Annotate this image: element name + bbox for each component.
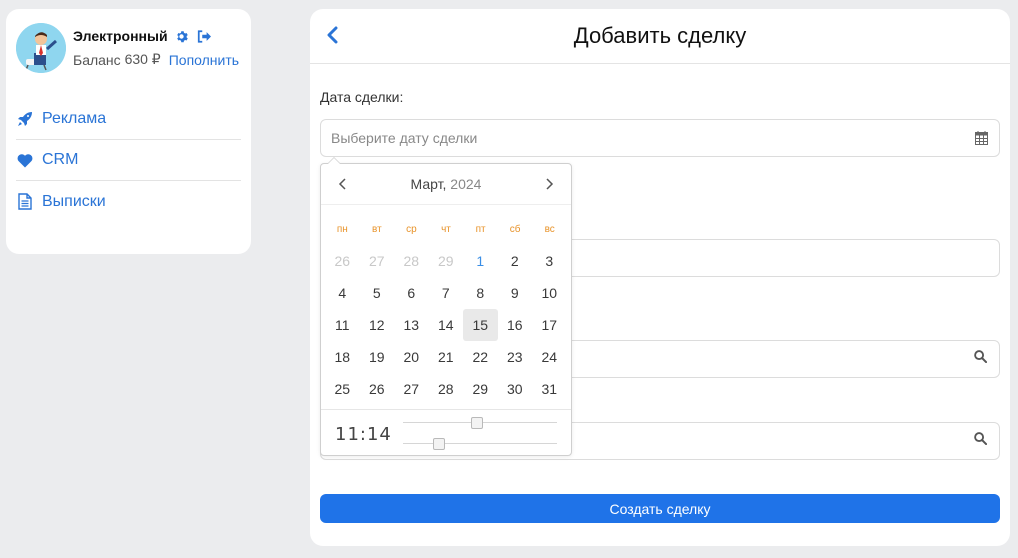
create-deal-button[interactable]: Создать сделку <box>320 494 1000 523</box>
logout-icon[interactable] <box>196 28 212 44</box>
day-cell-selected[interactable]: 15 <box>463 309 498 341</box>
page-title: Добавить сделку <box>573 23 747 48</box>
day-cell[interactable]: 27 <box>360 245 395 277</box>
day-cell[interactable]: 29 <box>463 373 498 405</box>
weekday-label: вт <box>372 224 382 235</box>
weekday-label: пт <box>475 224 486 235</box>
picker-year: 2024 <box>450 176 482 192</box>
day-cell[interactable]: 3 <box>532 245 567 277</box>
day-cell[interactable]: 25 <box>325 373 360 405</box>
hour-slider[interactable] <box>403 417 557 429</box>
day-cell[interactable]: 30 <box>498 373 533 405</box>
day-cell[interactable]: 19 <box>360 341 395 373</box>
day-cell[interactable]: 20 <box>394 341 429 373</box>
day-cell[interactable]: 9 <box>498 277 533 309</box>
weekday-label: сб <box>509 224 521 235</box>
sidebar-item-label: CRM <box>42 151 79 168</box>
main-header: Добавить сделку <box>310 9 1010 64</box>
day-cell[interactable]: 28 <box>429 373 464 405</box>
document-icon <box>16 193 34 211</box>
picker-month-label: Март, 2024 <box>410 176 482 192</box>
weekday-label: чт <box>441 224 451 235</box>
time-row: 11:14 <box>321 409 571 457</box>
date-placeholder: Выберите дату сделки <box>331 130 478 146</box>
day-cell[interactable]: 7 <box>429 277 464 309</box>
sidebar-card: Электронный Баланс 630 ₽ Пополнить Рекла… <box>6 9 251 254</box>
rocket-icon <box>16 110 34 128</box>
day-cell[interactable]: 24 <box>532 341 567 373</box>
day-cell[interactable]: 27 <box>394 373 429 405</box>
day-cell[interactable]: 17 <box>532 309 567 341</box>
day-cell[interactable]: 28 <box>394 245 429 277</box>
profile: Электронный Баланс 630 ₽ Пополнить <box>16 23 241 73</box>
day-cell[interactable]: 23 <box>498 341 533 373</box>
day-cell[interactable]: 31 <box>532 373 567 405</box>
sidebar-item-ads[interactable]: Реклама <box>16 99 241 140</box>
hour-slider-handle[interactable] <box>470 417 483 429</box>
day-cell[interactable]: 6 <box>394 277 429 309</box>
calendar-icon[interactable] <box>973 130 989 146</box>
minute-slider-handle[interactable] <box>433 438 446 450</box>
day-cell[interactable]: 16 <box>498 309 533 341</box>
weekday-label: вс <box>544 224 555 235</box>
day-cell[interactable]: 8 <box>463 277 498 309</box>
sidebar-item-label: Реклама <box>42 110 107 127</box>
sidebar-item-crm[interactable]: CRM <box>16 140 241 181</box>
days-grid: 26 27 28 29 1 2 3 4 5 6 7 8 9 10 11 12 13 14 15 16 17 18 19 20 2… <box>321 245 571 405</box>
day-cell[interactable]: 29 <box>429 245 464 277</box>
prev-month-icon[interactable] <box>335 177 349 191</box>
next-month-icon[interactable] <box>543 177 557 191</box>
sidebar-item-label: Выписки <box>42 192 106 210</box>
day-cell[interactable]: 11 <box>325 309 360 341</box>
topup-link[interactable]: Пополнить <box>169 52 239 68</box>
day-cell[interactable]: 14 <box>429 309 464 341</box>
day-cell[interactable]: 1 <box>463 245 498 277</box>
day-cell[interactable]: 18 <box>325 341 360 373</box>
picker-month: Март <box>410 176 443 192</box>
weekday-label: ср <box>406 224 417 235</box>
day-cell[interactable]: 26 <box>325 245 360 277</box>
weekday-row: пн вт ср чт пт сб вс <box>321 224 571 238</box>
balance-label: Баланс <box>73 51 121 68</box>
day-cell[interactable]: 13 <box>394 309 429 341</box>
deal-form: Дата сделки: Выберите дату сделки <box>320 64 1000 157</box>
balance-value: 630 ₽ <box>124 51 161 67</box>
weekday-label: пн <box>336 224 348 235</box>
date-input[interactable]: Выберите дату сделки <box>320 119 1000 157</box>
day-cell[interactable]: 22 <box>463 341 498 373</box>
day-cell[interactable]: 10 <box>532 277 567 309</box>
search-icon[interactable] <box>974 432 988 450</box>
minute-slider[interactable] <box>403 438 557 450</box>
picker-header: Март, 2024 <box>321 164 571 205</box>
search-icon[interactable] <box>974 350 988 368</box>
date-picker: Март, 2024 пн вт ср чт пт сб вс 26 27 28 29 1 2 3 4 5 6… <box>320 157 572 457</box>
gear-icon[interactable] <box>174 28 190 44</box>
day-cell[interactable]: 4 <box>325 277 360 309</box>
heart-icon <box>16 151 34 169</box>
sidebar-item-statements[interactable]: Выписки <box>16 181 241 222</box>
day-cell[interactable]: 2 <box>498 245 533 277</box>
profile-name: Электронный <box>73 28 168 44</box>
time-display: 11:14 <box>335 424 392 445</box>
day-cell[interactable]: 21 <box>429 341 464 373</box>
day-cell[interactable]: 5 <box>360 277 395 309</box>
day-cell[interactable]: 12 <box>360 309 395 341</box>
day-cell[interactable]: 26 <box>360 373 395 405</box>
avatar[interactable] <box>16 23 66 73</box>
back-icon[interactable] <box>324 24 340 46</box>
date-label: Дата сделки: <box>320 89 404 105</box>
sidebar-menu: Реклама CRM Выписки <box>16 99 241 222</box>
